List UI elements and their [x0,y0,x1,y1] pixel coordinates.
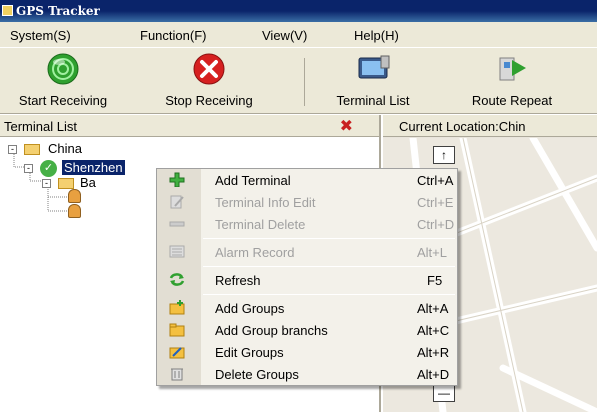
route-repeat-icon [494,52,530,86]
collapse-icon[interactable]: - [8,145,17,154]
menu-separator [203,294,455,295]
menu-item-refresh[interactable]: Refresh F5 [157,269,457,291]
menu-label: Refresh [215,273,261,288]
app-icon [2,5,13,16]
menu-function[interactable]: Function(F) [140,28,206,43]
menu-item-edit-groups[interactable]: Edit Groups Alt+R [157,341,457,363]
menu-shortcut: Alt+R [417,345,450,360]
menu-label: Add Groups [215,301,285,316]
menu-help[interactable]: Help(H) [354,28,399,43]
menu-system[interactable]: System(S) [10,28,71,43]
toolbar-separator [304,58,305,106]
terminal-list-label: Terminal List [336,93,410,108]
folder-icon [58,178,74,189]
menu-item-alarm-record[interactable]: Alarm Record Alt+L [157,241,457,263]
collapse-icon[interactable]: - [24,164,33,173]
menu-bar: System(S) Function(F) View(V) Help(H) [0,22,597,48]
delete-icon [169,216,185,231]
menu-separator [203,238,455,239]
menu-shortcut: Ctrl+D [417,217,455,232]
terminal-list-title: Terminal List [4,119,77,134]
menu-separator [203,266,455,267]
map-header: Current Location:Chin [383,115,597,137]
add-icon [169,172,185,188]
menu-shortcut: Alt+A [417,301,449,316]
terminal-list-header: Terminal List ✖ [0,115,379,137]
edit-icon [169,194,185,209]
tree-node-china[interactable]: - China [8,141,128,157]
menu-label: Add Group branchs [215,323,328,338]
start-receiving-button[interactable]: Start Receiving [0,52,136,110]
menu-shortcut: Ctrl+E [417,195,454,210]
alarm-record-icon [169,244,185,259]
menu-label: Edit Groups [215,345,284,360]
terminal-list-icon [355,52,391,86]
menu-item-terminal-info-edit[interactable]: Terminal Info Edit Ctrl+E [157,191,457,213]
current-location-label: Current Location:Chin [399,119,526,134]
menu-shortcut: Alt+C [417,323,450,338]
tree-label-shenzhen: Shenzhen [62,160,125,175]
toolbar: Start Receiving Stop Receiving Terminal … [0,48,597,114]
menu-item-add-groups[interactable]: Add Groups Alt+A [157,297,457,319]
menu-label: Terminal Delete [215,217,306,232]
tree-node-group[interactable]: - Ba [42,175,162,191]
refresh-icon [169,272,185,287]
route-repeat-button[interactable]: Route Repeat [446,52,578,110]
route-repeat-label: Route Repeat [471,93,553,108]
menu-item-terminal-delete[interactable]: Terminal Delete Ctrl+D [157,213,457,235]
start-receiving-label: Start Receiving [18,93,108,108]
window-title: GPS Tracker [16,4,100,18]
menu-label: Terminal Info Edit [215,195,316,210]
menu-item-delete-groups[interactable]: Delete Groups Alt+D [157,363,457,385]
menu-shortcut: F5 [427,273,443,288]
menu-shortcut: Ctrl+A [417,173,454,188]
terminal-list-button[interactable]: Terminal List [314,52,432,110]
start-receiving-icon [45,52,81,86]
menu-item-add-terminal[interactable]: Add Terminal Ctrl+A [157,169,457,191]
menu-shortcut: Alt+L [417,245,447,260]
tree-label-group: Ba [80,175,96,190]
stop-receiving-icon [191,52,227,86]
zoom-out-button[interactable]: — [433,384,455,402]
menu-shortcut: Alt+D [417,367,450,382]
folder-icon [169,322,185,337]
menu-label: Alarm Record [215,245,295,260]
user-icon [68,189,81,203]
title-bar: GPS Tracker [0,0,597,22]
folder-icon [24,144,40,155]
trash-icon [169,366,185,381]
stop-receiving-button[interactable]: Stop Receiving [154,52,264,110]
menu-view[interactable]: View(V) [262,28,307,43]
menu-label: Delete Groups [215,367,299,382]
edit-folder-icon [169,344,185,359]
zoom-in-button[interactable]: ↑ [433,146,455,164]
user-icon [68,204,81,218]
collapse-icon[interactable]: - [42,179,51,188]
menu-item-add-group-branchs[interactable]: Add Group branchs Alt+C [157,319,457,341]
add-folder-icon [169,300,185,315]
menu-label: Add Terminal [215,173,291,188]
context-menu: Add Terminal Ctrl+A Terminal Info Edit C… [156,168,458,386]
stop-receiving-label: Stop Receiving [165,93,253,108]
tree-label-china: China [48,141,82,156]
close-icon[interactable]: ✖ [340,116,353,136]
